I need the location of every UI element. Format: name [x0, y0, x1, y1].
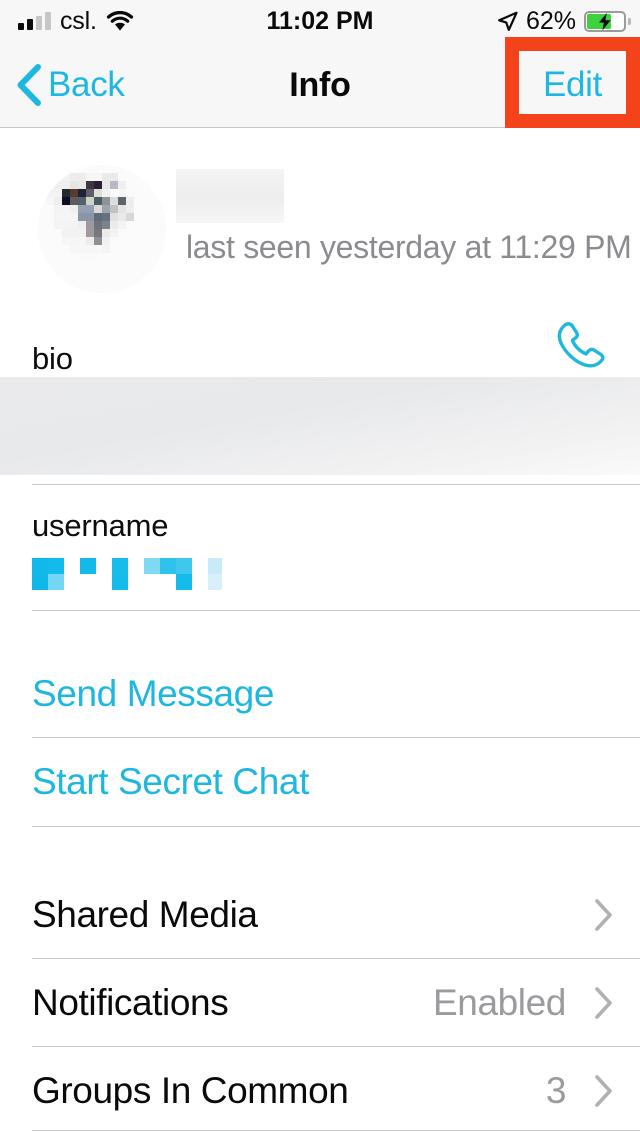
avatar[interactable] [38, 165, 166, 293]
bio-label: bio [32, 341, 73, 376]
battery-icon [584, 10, 631, 32]
groups-in-common-row[interactable]: Groups In Common 3 [0, 1047, 640, 1135]
shared-media-label: Shared Media [32, 894, 258, 935]
edit-button[interactable]: Edit [505, 42, 640, 128]
phone-screen: csl. 11:02 PM 62% Back Info Edit last se… [0, 0, 640, 1136]
send-message-link[interactable]: Send Message [32, 673, 274, 715]
username-value-redacted[interactable] [32, 558, 222, 590]
separator-secret-chat [32, 826, 640, 827]
notifications-label: Notifications [32, 982, 229, 1023]
shared-media-row[interactable]: Shared Media [0, 871, 640, 959]
contact-header: last seen yesterday at 11:29 PM [0, 129, 640, 368]
separator-groups-in-common [32, 1130, 640, 1131]
groups-in-common-value: 3 [545, 1070, 567, 1111]
separator-username [32, 610, 640, 611]
notifications-row[interactable]: Notifications Enabled [0, 959, 640, 1047]
battery-percent-label: 62% [525, 6, 576, 35]
location-arrow-icon [497, 11, 518, 32]
status-bar-right: 62% [497, 0, 631, 42]
chevron-right-icon [594, 1074, 614, 1108]
notifications-value: Enabled [433, 982, 566, 1023]
separator-bio [32, 484, 640, 485]
status-bar: csl. 11:02 PM 62% [0, 0, 640, 42]
chevron-right-icon [594, 898, 614, 932]
separator-send-message [32, 737, 640, 738]
groups-in-common-label: Groups In Common [32, 1070, 349, 1111]
start-secret-chat-link[interactable]: Start Secret Chat [32, 761, 309, 803]
contact-last-seen-status: last seen yesterday at 11:29 PM [186, 229, 632, 265]
username-label: username [32, 508, 169, 543]
navigation-bar: Back Info Edit [0, 42, 640, 128]
status-bar-clock: 11:02 PM [266, 6, 374, 35]
charging-bolt-icon [595, 12, 615, 31]
bio-value-redacted [0, 377, 640, 475]
chevron-right-icon [594, 986, 614, 1020]
contact-name-redacted [176, 169, 284, 223]
phone-icon[interactable] [548, 317, 610, 373]
